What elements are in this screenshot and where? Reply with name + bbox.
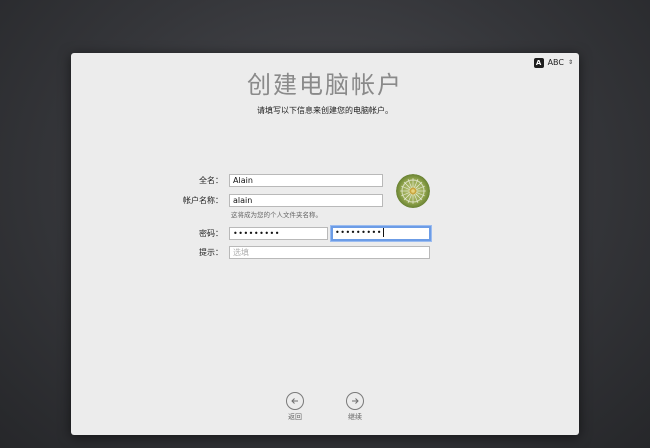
page-subtitle: 请填写以下信息来创建您的电脑帐户。 bbox=[257, 106, 393, 115]
back-arrow-icon bbox=[286, 392, 304, 410]
text-caret bbox=[382, 228, 384, 237]
back-label: 返回 bbox=[288, 413, 302, 421]
account-name-label: 帐户名称： bbox=[183, 196, 223, 205]
hint-label: 提示： bbox=[199, 248, 223, 257]
forward-arrow-icon bbox=[346, 392, 364, 410]
password-hint-placeholder: 选填 bbox=[233, 248, 249, 257]
password-label: 密码： bbox=[199, 229, 223, 238]
page-title: 创建电脑帐户 bbox=[247, 71, 403, 99]
continue-button[interactable]: 继续 bbox=[340, 392, 370, 422]
verify-password-value: ••••••••• bbox=[335, 228, 382, 237]
back-button[interactable]: 返回 bbox=[280, 392, 310, 422]
account-name-field[interactable]: alain bbox=[229, 194, 383, 207]
setup-window: A ABC ⇕ 创建电脑帐户 请填写以下信息来创建您的电脑帐户。 全名： Ala… bbox=[71, 53, 579, 435]
password-field[interactable]: ••••••••• bbox=[229, 227, 328, 240]
dandelion-avatar-icon bbox=[396, 174, 430, 208]
verify-password-field[interactable]: ••••••••• bbox=[331, 226, 431, 241]
account-name-hint: 这将成为您的个人文件夹名称。 bbox=[231, 211, 322, 219]
full-name-field[interactable]: Alain bbox=[229, 174, 383, 187]
password-hint-field[interactable]: 选填 bbox=[229, 246, 430, 259]
user-avatar[interactable] bbox=[396, 174, 430, 208]
continue-label: 继续 bbox=[348, 413, 362, 421]
full-name-label: 全名： bbox=[199, 176, 223, 185]
